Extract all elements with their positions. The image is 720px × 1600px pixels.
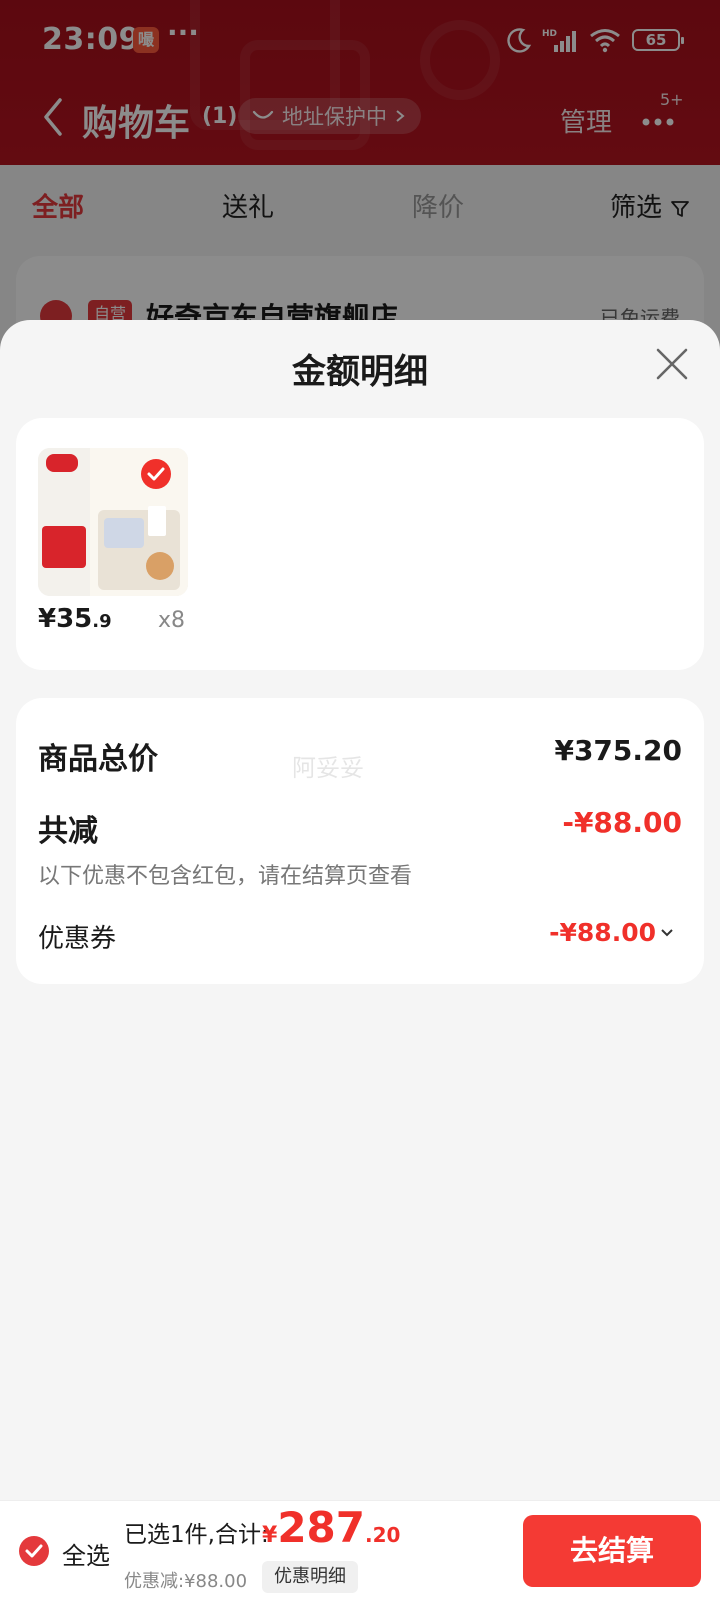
item-price-decimal: .9 bbox=[92, 611, 112, 632]
reduction-note: 以下优惠不包含红包，请在结算页查看 bbox=[38, 864, 413, 889]
total-reduction-value: -¥88.00 bbox=[562, 806, 682, 839]
total-price: ¥287.20 bbox=[262, 1503, 400, 1552]
total-reduction-label: 共减 bbox=[38, 814, 98, 849]
coupon-value[interactable]: -¥88.00 bbox=[549, 918, 674, 947]
goods-total-label: 商品总价 bbox=[38, 742, 158, 777]
item-quantity: x8 bbox=[158, 608, 186, 633]
coupon-amount: -¥88.00 bbox=[549, 918, 656, 947]
select-all-label[interactable]: 全选 bbox=[62, 1536, 110, 1571]
discount-text: 优惠减:¥88.00 bbox=[124, 1571, 248, 1592]
coupon-label: 优惠券 bbox=[38, 924, 117, 954]
total-currency: ¥ bbox=[262, 1523, 278, 1548]
watermark: 阿妥妥 bbox=[292, 754, 364, 782]
summary-card: 阿妥妥 商品总价 ¥375.20 共减 -¥88.00 以下优惠不包含红包，请在… bbox=[16, 698, 704, 984]
close-icon[interactable] bbox=[654, 346, 690, 382]
item-price-int: ¥35 bbox=[38, 604, 93, 634]
chevron-down-icon bbox=[661, 928, 673, 936]
item-price: ¥35.9 bbox=[38, 604, 112, 634]
checkout-button[interactable]: 去结算 bbox=[523, 1515, 701, 1587]
sheet-title: 金额明细 bbox=[292, 352, 428, 392]
total-integer: 287 bbox=[277, 1503, 365, 1552]
total-decimal: .20 bbox=[364, 1523, 401, 1547]
selected-check-icon bbox=[141, 459, 171, 489]
checkout-bar: 全选 已选1件,合计: ¥287.20 优惠减:¥88.00 优惠明细 去结算 bbox=[0, 1500, 720, 1600]
selected-count-text: 已选1件,合计: bbox=[124, 1522, 269, 1548]
select-all-checkbox[interactable] bbox=[18, 1535, 50, 1567]
amount-detail-sheet: 金额明细 ¥35.9 x8 阿妥妥 商品总价 ¥375.20 共减 -¥88.0… bbox=[0, 320, 720, 1600]
goods-total-value: ¥375.20 bbox=[554, 734, 682, 767]
discount-detail-button[interactable]: 优惠明细 bbox=[262, 1561, 358, 1593]
goods-card: ¥35.9 x8 bbox=[16, 418, 704, 670]
